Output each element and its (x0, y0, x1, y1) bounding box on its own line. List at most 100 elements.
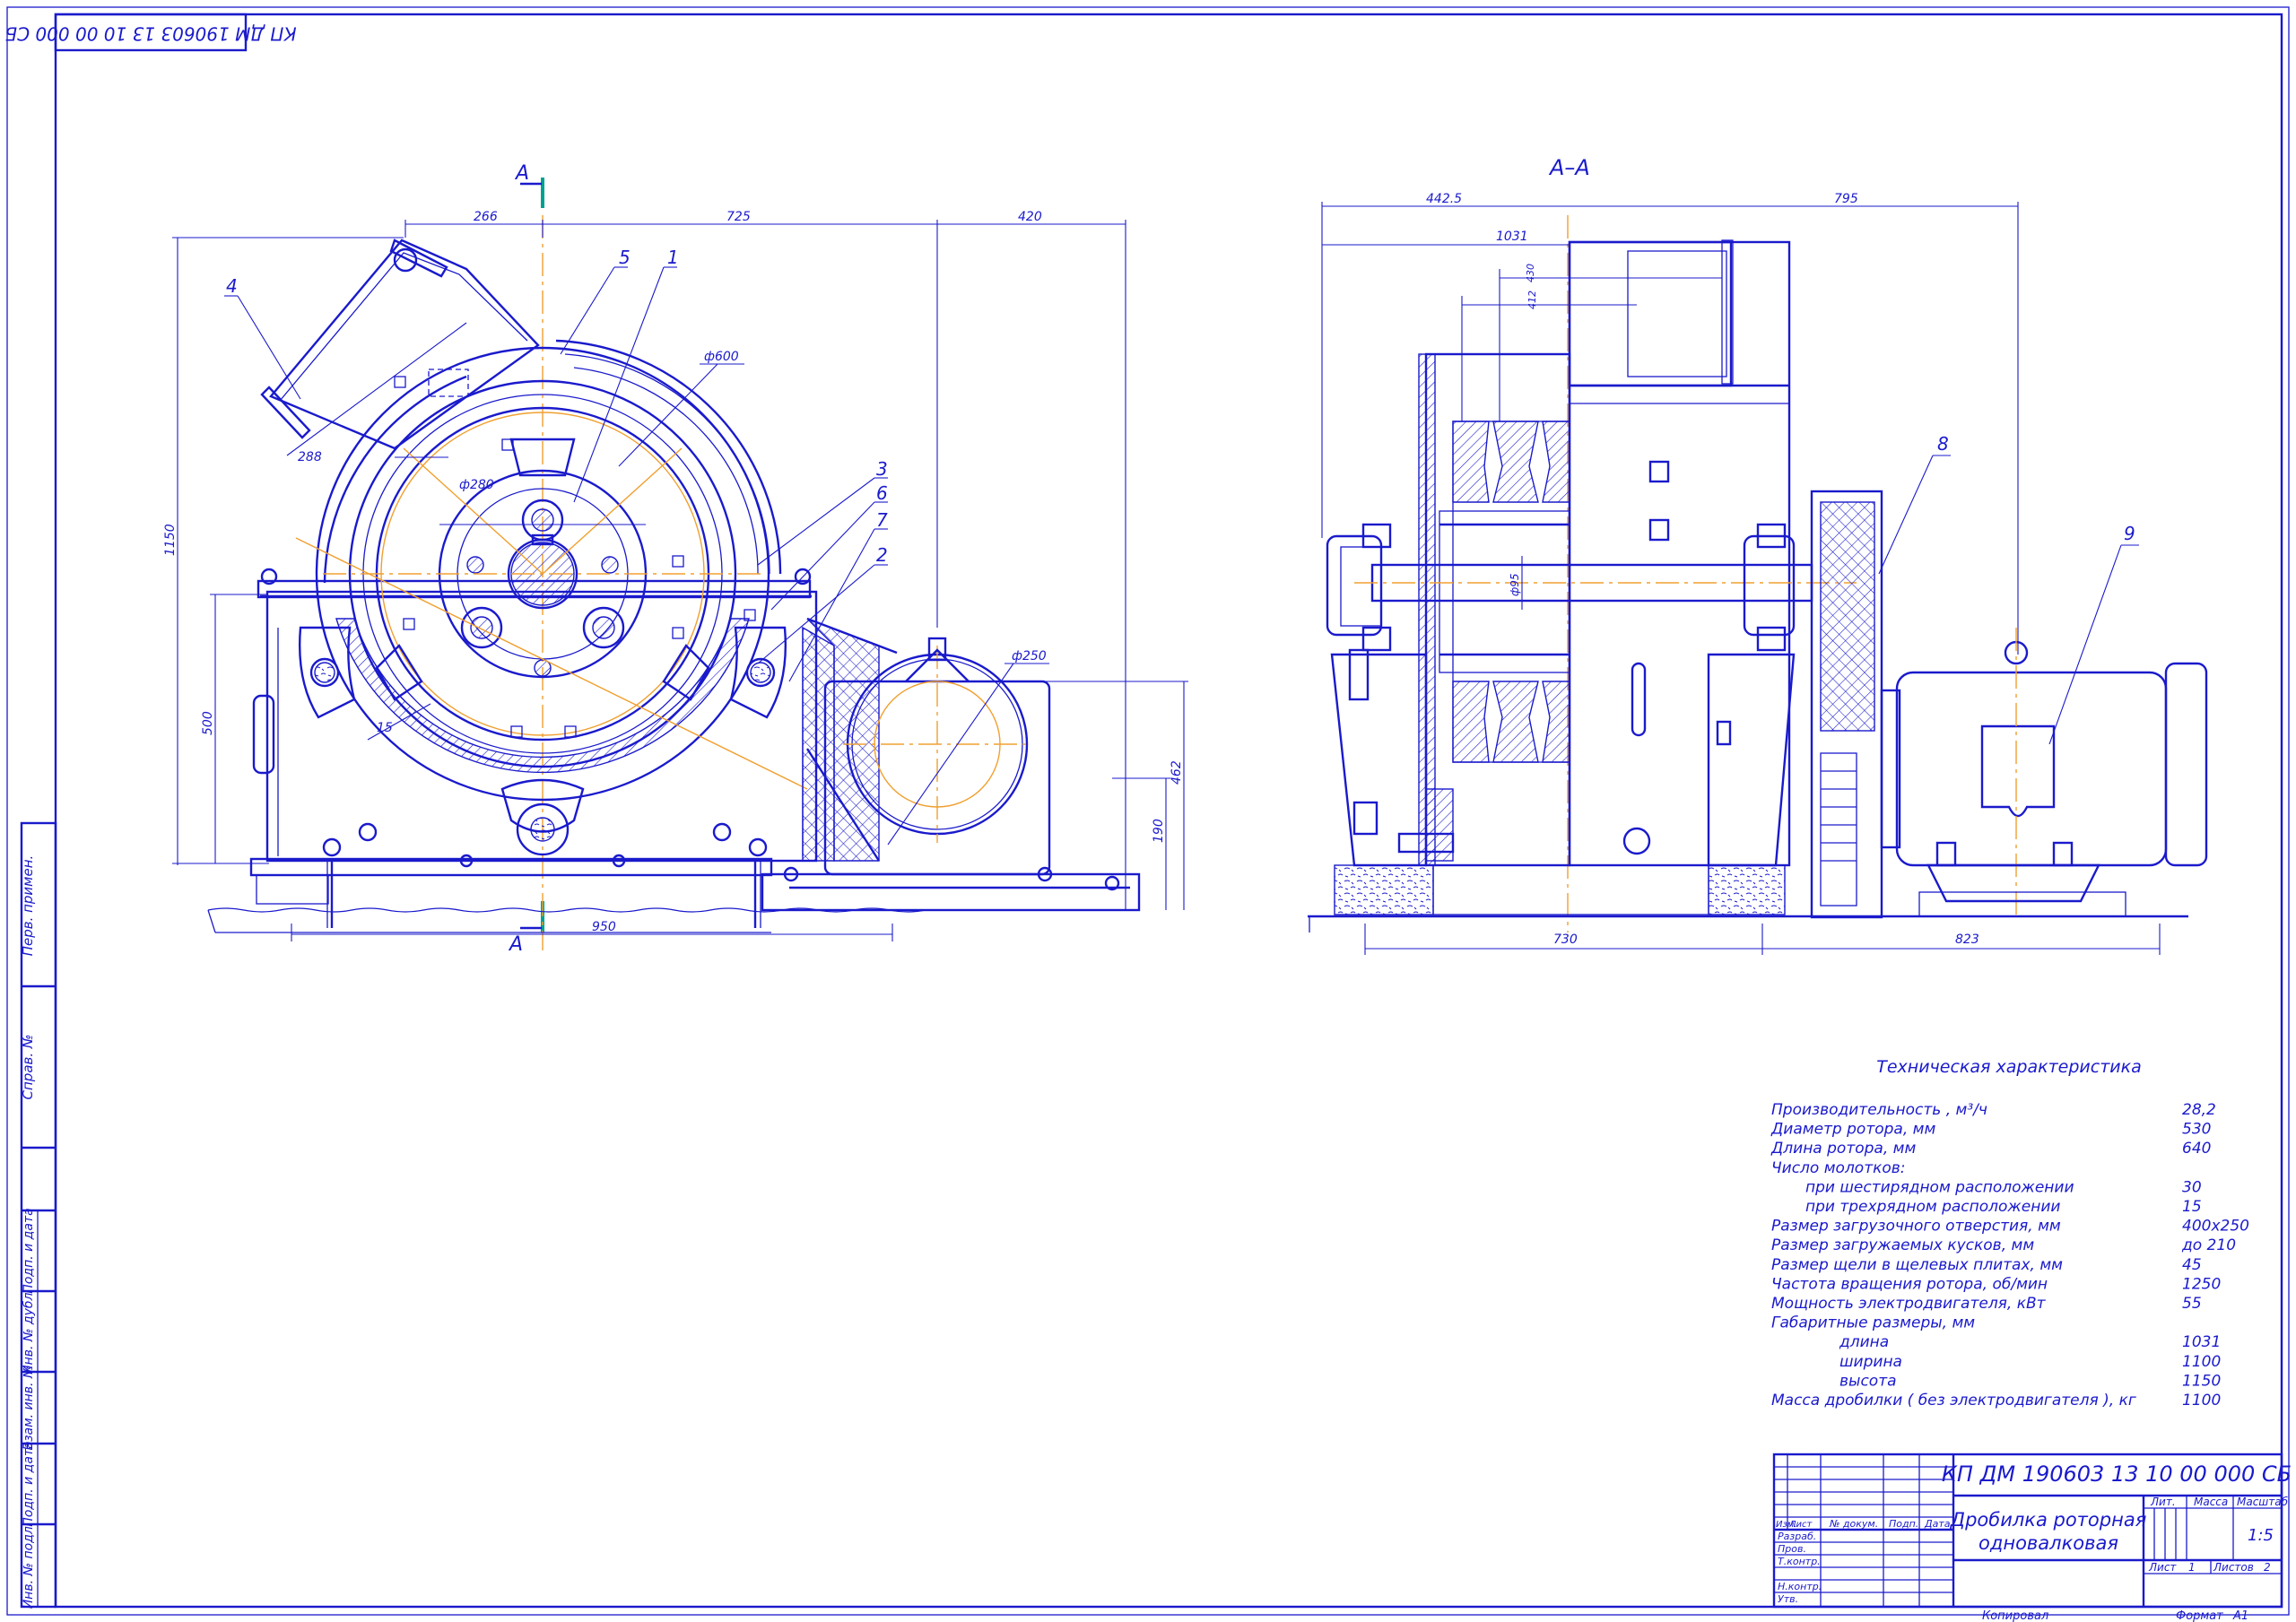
spec-block: Техническая характеристика Производитель… (1770, 1057, 2249, 1409)
sheet-label: Лист (2148, 1561, 2177, 1574)
spec-row-label: Размер загружаемых кусков, мм (1771, 1236, 2034, 1254)
format-value: А1 (2232, 1609, 2248, 1622)
dim-190: 190 (1152, 819, 1166, 843)
copied-label: Копировал (1982, 1609, 2048, 1622)
spec-row-label: Масса дробилки ( без электродвигателя ),… (1771, 1392, 2136, 1409)
inner-frame (54, 13, 2283, 1609)
dim-250: ф250 (1012, 649, 1047, 664)
role-tkontr: Т.контр. (1778, 1556, 1821, 1567)
spec-row-label: длина (1839, 1333, 1889, 1351)
dim-500: 500 (201, 711, 215, 735)
motor-section (1895, 671, 2168, 867)
drawing-sheet: КП ДМ 190603 13 10 00 000 СБ Перв. приме… (4, 6, 2292, 1622)
spec-row-value: 28,2 (2182, 1101, 2216, 1119)
strip-0: Перв. примен. (20, 855, 36, 957)
strip-4: Взам. инв. № (22, 1365, 36, 1450)
spec-row-label: Длина ротора, мм (1770, 1140, 1916, 1158)
callout-7: 7 (876, 509, 888, 531)
dim-266: 266 (474, 210, 498, 224)
spec-row-value: 15 (2182, 1198, 2202, 1216)
rotor-discs (1439, 421, 1570, 763)
dim-600: ф600 (704, 350, 739, 364)
dim-430: 430 (1525, 264, 1536, 282)
scale-label: Масштаб (2237, 1496, 2289, 1508)
section-label-top: А (514, 162, 529, 185)
spec-row-value: 1150 (2182, 1372, 2221, 1390)
role-nkontr: Н.контр. (1778, 1581, 1822, 1592)
spec-row-value: до 210 (2181, 1236, 2236, 1254)
spec-row-value: 45 (2182, 1256, 2202, 1274)
spec-row-label: Производительность , м³/ч (1771, 1101, 1987, 1119)
mass-label: Масса (2194, 1496, 2228, 1508)
dim-950: 950 (592, 920, 616, 934)
dim-823: 823 (1955, 932, 1979, 947)
sheets-value: 2 (2264, 1561, 2271, 1574)
spec-row-label: при шестирядном расположении (1805, 1178, 2074, 1196)
callout-8: 8 (1937, 433, 1949, 455)
spec-row-value: 55 (2182, 1295, 2202, 1313)
dim-412: 412 (1526, 291, 1538, 309)
col-list: Лист (1788, 1520, 1813, 1530)
callout-3: 3 (876, 458, 888, 480)
callout-5: 5 (619, 247, 631, 268)
spec-row-label: Габаритные размеры, мм (1771, 1314, 1975, 1332)
strip-1: Справ. № (20, 1035, 36, 1100)
role-utv: Утв. (1778, 1593, 1798, 1605)
spec-row-value: 640 (2182, 1140, 2211, 1158)
spec-row-value: 30 (2182, 1178, 2202, 1196)
spec-row-label: Размер загрузочного отверстия, мм (1771, 1218, 2061, 1236)
strip-2: Подп. и дата (22, 1208, 36, 1293)
left-strip: Перв. примен. Справ. № Подп. и дата Инв.… (20, 821, 57, 1609)
dim-420: 420 (1018, 210, 1042, 224)
spec-row-label: Число молотков: (1771, 1159, 1906, 1177)
spec-rows: Производительность , м³/ч 28,2 Диаметр рот… (1770, 1101, 2249, 1409)
spec-row-label: при трехрядном расположении (1805, 1198, 2060, 1216)
dim-725: 725 (726, 210, 751, 224)
callout-4: 4 (226, 275, 238, 297)
role-razrab: Разраб. (1778, 1531, 1816, 1542)
outer-frame (6, 6, 2290, 1616)
spec-row-value: 400х250 (2182, 1218, 2249, 1236)
dim-795: 795 (1834, 192, 1858, 206)
scale-value: 1:5 (2248, 1526, 2274, 1545)
callout-9: 9 (2124, 523, 2135, 544)
dim-280: ф280 (459, 478, 494, 492)
callout-6: 6 (876, 482, 888, 504)
role-prov: Пров. (1778, 1543, 1806, 1555)
spec-row-label: Частота вращения ротора, об/мин (1771, 1275, 2048, 1293)
foundation-left (1334, 864, 1434, 915)
title-name-1: Дробилка роторная (1950, 1509, 2147, 1531)
dim-15: 15 (377, 721, 393, 735)
spec-row-label: Диаметр ротора, мм (1770, 1121, 1935, 1139)
dim-1031: 1031 (1496, 230, 1528, 244)
callout-1: 1 (667, 247, 679, 268)
section-title: А–А (1548, 155, 1590, 180)
col-doc: № докум. (1829, 1518, 1878, 1530)
dim-462: 462 (1170, 760, 1184, 785)
spec-row-value: 1100 (2182, 1353, 2221, 1371)
col-date: Дата (1924, 1518, 1951, 1530)
title-code: КП ДМ 190603 13 10 00 000 СБ (1942, 1462, 2292, 1487)
sheets-label: Листов (2213, 1561, 2254, 1574)
lit-label: Лит. (2150, 1496, 2176, 1508)
title-block: Изм. Лист № докум. Подп. Дата Разраб. Пр… (1772, 1453, 2292, 1622)
spec-row-label: высота (1839, 1372, 1897, 1390)
callout-2: 2 (876, 544, 888, 566)
top-stamp-code: КП ДМ 190603 13 10 00 000 СБ (4, 23, 296, 45)
dim-730: 730 (1553, 932, 1578, 947)
section-view: А–А 442.5 795 1031 430 412 ф95 730 823 8… (1308, 155, 2208, 955)
section-label-bottom: А (508, 933, 523, 956)
strip-3: Инв. № дубл. (22, 1288, 36, 1375)
dim-288: 288 (298, 450, 322, 464)
strip-6: Инв. № подл. (22, 1522, 36, 1609)
front-view: А А 266 725 420 1150 500 950 462 190 ф60… (163, 162, 1188, 956)
dim-1150: 1150 (163, 524, 178, 556)
sheet-value: 1 (2188, 1561, 2196, 1574)
housing-body (1568, 240, 1791, 867)
dim-95: ф95 (1509, 573, 1521, 596)
spec-row-value: 1250 (2182, 1275, 2221, 1293)
foundation-right (1708, 864, 1786, 915)
spec-row-label: ширина (1839, 1353, 1902, 1371)
spec-row-value: 1031 (2182, 1333, 2221, 1351)
col-podp: Подп. (1889, 1518, 1918, 1530)
